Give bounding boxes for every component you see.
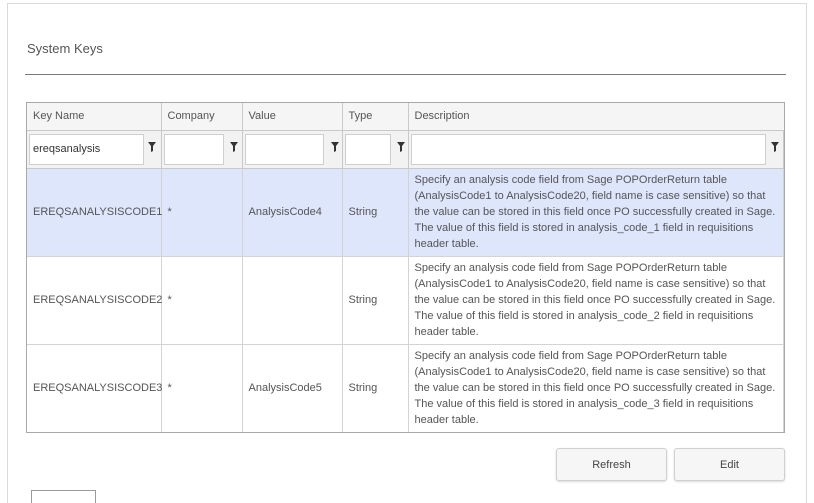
key-name-cell: EREQSANALYSISCODE3 (27, 344, 162, 432)
company-filter-input[interactable] (163, 133, 224, 165)
filter-icon[interactable] (330, 141, 341, 154)
company-cell: * (161, 344, 243, 432)
filter-cell-description (408, 130, 784, 169)
company-cell: * (161, 256, 243, 345)
description-cell: Specify an analysis code field from Sage… (408, 168, 784, 257)
filter-icon[interactable] (229, 141, 240, 154)
key-name-filter-input[interactable]: ereqsanalysis (29, 133, 144, 165)
column-header-key-name[interactable]: Key Name (27, 103, 162, 131)
description-cell: Specify an analysis code field from Sage… (408, 344, 784, 432)
column-header-value[interactable]: Value (242, 103, 343, 131)
key-name-cell: EREQSANALYSISCODE1 (27, 168, 162, 257)
table-row[interactable]: EREQSANALYSISCODE3 * AnalysisCode5 Strin… (27, 344, 784, 432)
table-row[interactable]: EREQSANALYSISCODE2 * String Specify an a… (27, 256, 784, 345)
column-header-type[interactable]: Type (342, 103, 409, 131)
system-keys-grid: Key Name Company Value Type Description … (26, 102, 785, 433)
key-name-cell: EREQSANALYSISCODE2 (27, 256, 162, 345)
value-filter-input[interactable] (244, 133, 324, 165)
edit-button[interactable]: Edit (674, 448, 785, 481)
description-cell: Specify an analysis code field from Sage… (408, 256, 784, 345)
value-cell (242, 256, 343, 345)
value-cell: AnalysisCode5 (242, 344, 343, 432)
company-cell: * (161, 168, 243, 257)
refresh-button[interactable]: Refresh (556, 448, 667, 481)
column-header-company[interactable]: Company (161, 103, 243, 131)
filter-icon[interactable] (148, 141, 158, 154)
table-row[interactable]: EREQSANALYSISCODE1 * AnalysisCode4 Strin… (27, 168, 784, 257)
partial-control[interactable] (31, 490, 96, 503)
filter-cell-company (161, 130, 243, 169)
filter-cell-key-name: ereqsanalysis (27, 130, 162, 169)
type-cell: String (342, 256, 409, 345)
filter-icon[interactable] (396, 141, 407, 154)
column-header-description[interactable]: Description (408, 103, 784, 131)
title-divider (25, 74, 786, 75)
description-filter-input[interactable] (410, 133, 766, 165)
type-cell: String (342, 344, 409, 432)
filter-icon[interactable] (770, 141, 781, 154)
type-filter-input[interactable] (344, 133, 391, 165)
type-cell: String (342, 168, 409, 257)
value-cell: AnalysisCode4 (242, 168, 343, 257)
filter-cell-type (342, 130, 409, 169)
page-title: System Keys (27, 41, 103, 56)
filter-cell-value (242, 130, 343, 169)
